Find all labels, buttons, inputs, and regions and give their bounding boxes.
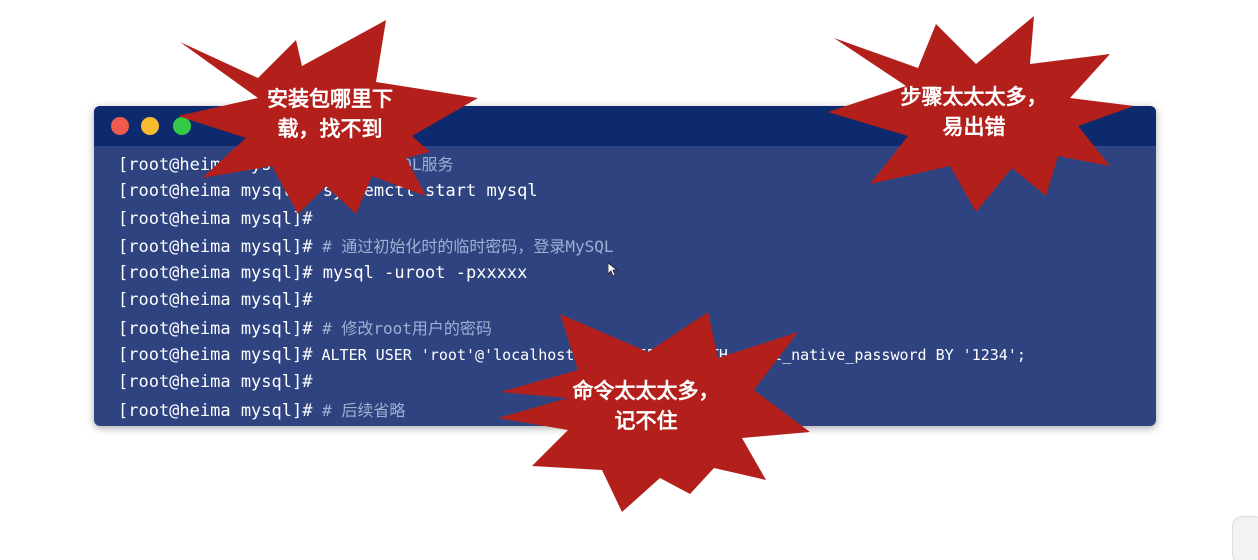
shell-prompt: [root@heima mysql]# bbox=[118, 372, 313, 393]
mouse-pointer-icon bbox=[608, 263, 618, 277]
shell-prompt: [root@heima mysql]# bbox=[118, 290, 313, 311]
shell-prompt: [root@heima mysql]# bbox=[118, 236, 313, 257]
shell-prompt: [root@heima mysql]# bbox=[118, 263, 313, 284]
shell-prompt: [root@heima mysql]# bbox=[118, 345, 313, 366]
terminal-line: [root@heima mysql]# # 通过初始化时的临时密码，登录MySQ… bbox=[118, 233, 1146, 260]
minimize-window-button[interactable] bbox=[141, 117, 159, 135]
shell-comment: # 通过初始化时的临时密码，登录MySQL bbox=[312, 236, 614, 256]
floating-widget-icon[interactable] bbox=[1232, 516, 1258, 560]
shell-command: mysql -uroot -pxxxxx bbox=[312, 263, 528, 284]
burst-download-text: 安装包哪里下 载，找不到 bbox=[267, 87, 393, 141]
shell-prompt: [root@heima mysql]# bbox=[118, 400, 313, 421]
shell-prompt: [root@heima mysql]# bbox=[118, 318, 313, 339]
terminal-line: [root@heima mysql]# bbox=[118, 287, 1146, 314]
slide-stage: [root@heima mysql]# # 启动MySQL服务[root@hei… bbox=[0, 0, 1258, 560]
burst-commands-text: 命令太太太多， 记不住 bbox=[572, 379, 720, 433]
shell-comment: # 修改root用户的密码 bbox=[312, 318, 492, 338]
close-window-button[interactable] bbox=[111, 117, 129, 135]
terminal-line: [root@heima mysql]# mysql -uroot -pxxxxx bbox=[118, 260, 1146, 287]
burst-steps-text: 步骤太太太多， 易出错 bbox=[900, 85, 1048, 139]
shell-comment: # 后续省略 bbox=[312, 400, 406, 420]
